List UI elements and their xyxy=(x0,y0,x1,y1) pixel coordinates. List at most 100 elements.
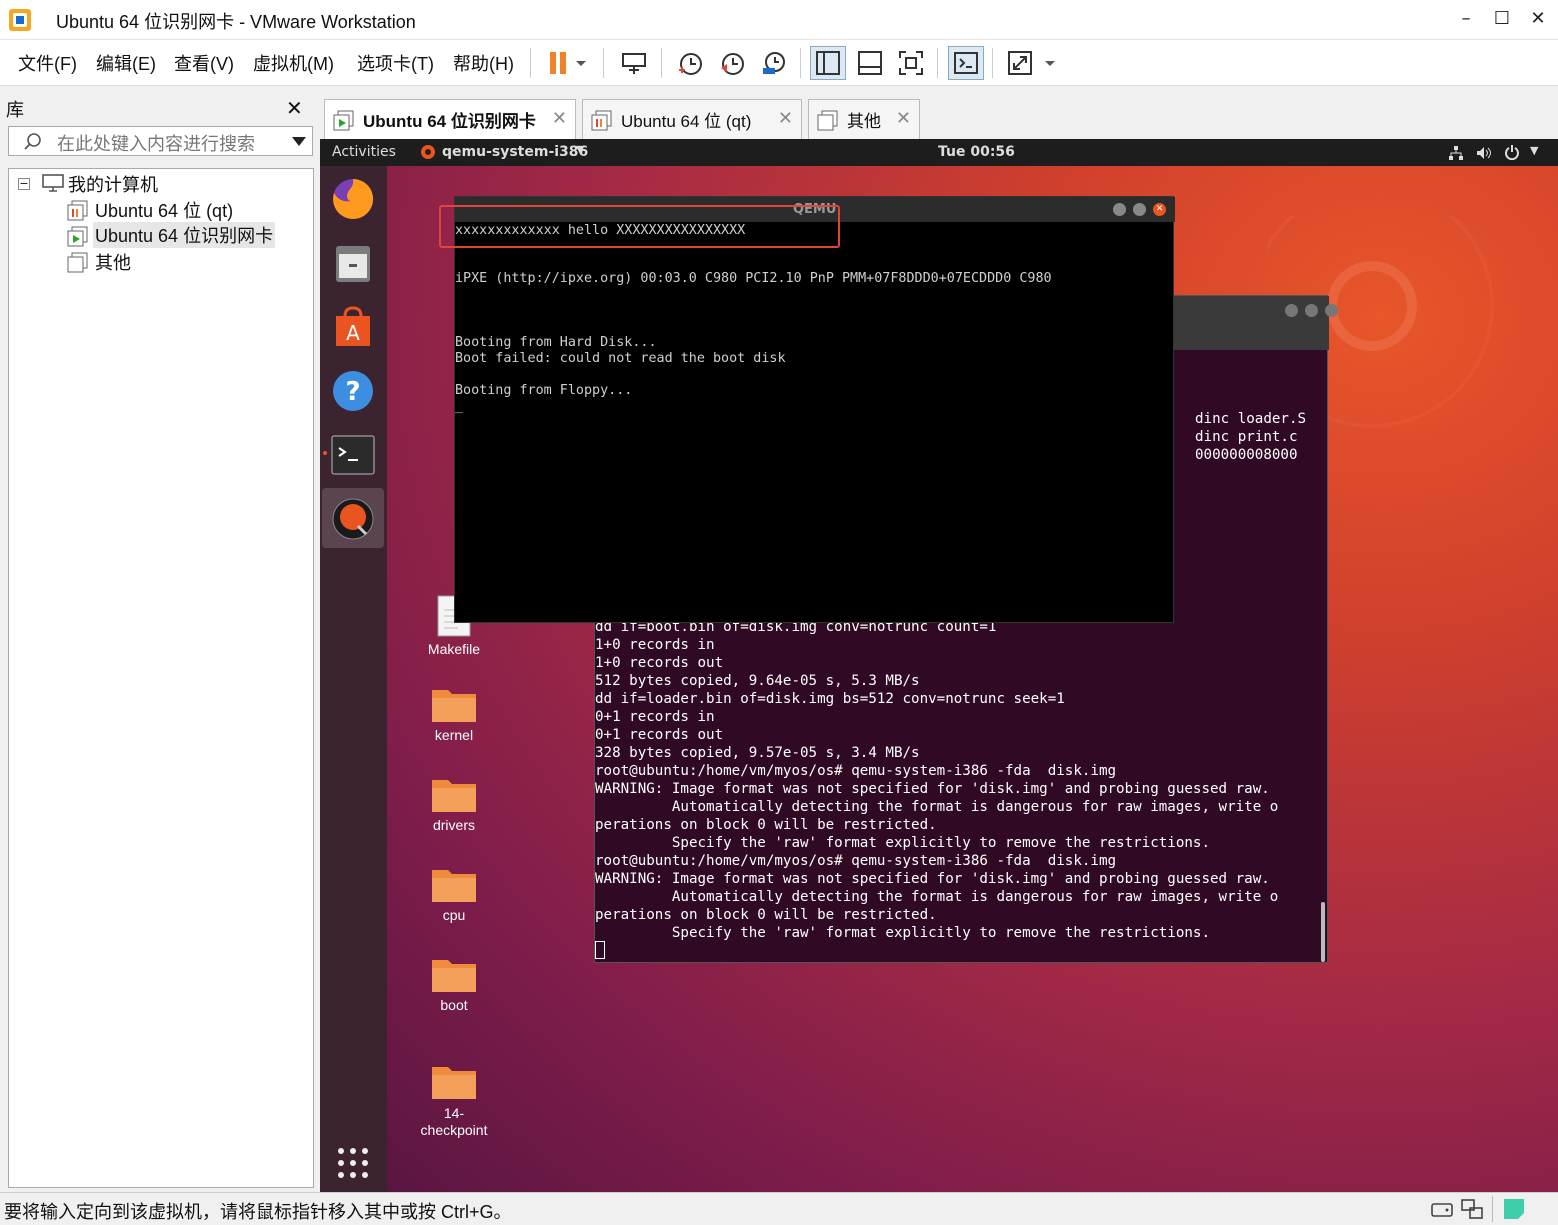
tab-close-icon[interactable]: ✕ xyxy=(896,108,911,129)
qemu-line xyxy=(455,287,1052,303)
folder-icon xyxy=(432,690,476,722)
maximize-icon[interactable] xyxy=(1305,304,1318,317)
terminal-line: Specify the 'raw' format explicitly to r… xyxy=(595,925,1210,941)
close-icon[interactable] xyxy=(1325,304,1338,317)
system-menu-arrow-icon[interactable]: ▼ xyxy=(1530,144,1538,157)
qemu-icon[interactable] xyxy=(330,496,376,542)
desktop-icon-label: boot xyxy=(440,997,468,1013)
minimize-icon[interactable] xyxy=(1113,203,1126,216)
tree-item-ubuntu-nic-selected[interactable]: Ubuntu 64 位识别网卡 xyxy=(93,222,276,248)
clock[interactable]: Tue 00:56 xyxy=(938,144,1015,160)
menu-edit[interactable]: 编辑(E) xyxy=(96,50,156,76)
terminal-line: 512 bytes copied, 9.64e-05 s, 5.3 MB/s xyxy=(595,673,920,689)
pause-icon xyxy=(550,52,586,74)
message-log-icon[interactable] xyxy=(1502,1197,1526,1221)
svg-text:A: A xyxy=(346,321,360,345)
tree-item-ubuntu-qt[interactable]: Ubuntu 64 位 (qt) xyxy=(95,197,233,223)
vm-console[interactable]: Activities qemu-system-i386 ▼ Tue 00:56 … xyxy=(320,139,1558,1192)
desktop-icon-drivers[interactable]: drivers xyxy=(414,774,494,833)
qemu-app-icon xyxy=(421,145,435,159)
tab-other[interactable]: 其他 ✕ xyxy=(808,99,920,139)
tab-close-icon[interactable]: ✕ xyxy=(778,108,793,129)
terminal-line: root@ubuntu:/home/vm/myos/os# qemu-syste… xyxy=(595,853,1117,869)
tab-close-icon[interactable]: ✕ xyxy=(552,108,567,129)
snapshot-button[interactable] xyxy=(672,46,708,80)
qemu-line: Booting from Floppy... xyxy=(455,383,633,398)
terminal-scrollbar[interactable] xyxy=(1321,902,1325,962)
folder-icon xyxy=(432,1067,476,1099)
desktop-icon-boot[interactable]: boot xyxy=(414,954,494,1013)
qemu-window[interactable]: QEMU ✕ xxxxxxxxxxxxx hello XXXXXXXXXXXXX… xyxy=(454,196,1175,623)
terminal-line: 1+0 records in xyxy=(595,637,715,653)
highlight-annotation-box xyxy=(439,205,840,248)
svg-text:?: ? xyxy=(345,377,360,407)
fullscreen-icon xyxy=(899,51,923,75)
menu-vm[interactable]: 虚拟机(M) xyxy=(253,50,334,76)
terminal-line: Automatically detecting the format is da… xyxy=(595,889,1279,905)
app-menu-arrow-icon[interactable]: ▼ xyxy=(576,143,584,156)
menu-tabs[interactable]: 选项卡(T) xyxy=(357,50,434,76)
revert-snapshot-button[interactable] xyxy=(714,46,750,80)
maximize-icon[interactable] xyxy=(1133,203,1146,216)
close-icon[interactable]: ✕ xyxy=(1153,203,1166,216)
library-layout-icon xyxy=(816,51,840,75)
menu-file[interactable]: 文件(F) xyxy=(18,50,77,76)
desktop-icon-cpu[interactable]: cpu xyxy=(414,864,494,923)
power-icon[interactable] xyxy=(1504,144,1520,160)
tab-ubuntu-nic[interactable]: Ubuntu 64 位识别网卡 ✕ xyxy=(324,99,576,139)
stretch-icon xyxy=(1008,51,1055,75)
pause-button[interactable] xyxy=(540,46,590,80)
full-screen-button[interactable] xyxy=(893,46,929,80)
chevron-down-icon[interactable] xyxy=(291,135,307,147)
software-center-icon[interactable]: A xyxy=(330,304,376,350)
tree-item-other[interactable]: 其他 xyxy=(95,249,131,275)
console-view-button[interactable] xyxy=(948,46,984,80)
qemu-line: _ xyxy=(455,399,464,414)
help-icon[interactable]: ? xyxy=(330,368,376,414)
minimize-button[interactable]: – xyxy=(1448,0,1484,36)
search-input[interactable]: 在此处键入内容进行搜索 xyxy=(57,130,255,156)
tab-label: 其他 xyxy=(847,112,881,131)
desktop-icon-checkpoint[interactable]: 14- checkpoint xyxy=(414,1044,494,1156)
hard-disk-icon[interactable] xyxy=(1430,1198,1454,1220)
network-icon xyxy=(1449,146,1463,160)
files-icon[interactable] xyxy=(330,240,376,286)
window-title: Ubuntu 64 位识别网卡 - VMware Workstation xyxy=(56,12,416,32)
toolbar-separator xyxy=(937,48,938,78)
minimize-icon[interactable] xyxy=(1285,304,1298,317)
terminal-output: dd if=boot.bin of=disk.img conv=notrunc … xyxy=(595,618,1325,942)
menu-help[interactable]: 帮助(H) xyxy=(453,50,514,76)
thumbnail-bar-button[interactable] xyxy=(852,46,888,80)
desktop-icon-label: 14- checkpoint xyxy=(420,1105,488,1138)
collapse-toggle[interactable]: − xyxy=(18,178,30,190)
terminal-line: perations on block 0 will be restricted. xyxy=(595,907,937,923)
terminal-icon[interactable] xyxy=(330,432,376,478)
desktop-icon-label: drivers xyxy=(432,817,475,833)
menu-view[interactable]: 查看(V) xyxy=(174,50,234,76)
stretch-guest-button[interactable] xyxy=(1004,46,1058,80)
snapshot-manager-button[interactable] xyxy=(756,46,792,80)
qemu-screen-output: xxxxxxxxxxxxx hello XXXXXXXXXXXXXXXX iPX… xyxy=(455,223,1052,415)
tree-root-my-computer[interactable]: 我的计算机 xyxy=(68,171,158,197)
qemu-line: Boot failed: could not read the boot dis… xyxy=(455,351,786,366)
revert-clock-icon xyxy=(721,53,744,75)
qemu-line xyxy=(455,367,1052,383)
terminal-line: WARNING: Image format was not specified … xyxy=(595,871,1270,887)
library-title: 库 xyxy=(6,100,24,121)
terminal-line: WARNING: Image format was not specified … xyxy=(595,781,1270,797)
close-button[interactable]: ✕ xyxy=(1520,0,1556,36)
app-menu[interactable]: qemu-system-i386 xyxy=(442,144,588,160)
activities-button[interactable]: Activities xyxy=(332,144,396,160)
tab-ubuntu-qt[interactable]: Ubuntu 64 位 (qt) ✕ xyxy=(582,99,802,139)
library-tree: − 我的计算机 Ubuntu 64 位 (qt) Ubuntu 64 位识别网卡… xyxy=(8,168,314,1188)
library-search-box[interactable]: 在此处键入内容进行搜索 xyxy=(8,126,313,156)
show-applications-icon[interactable] xyxy=(330,1140,376,1186)
maximize-button[interactable]: ☐ xyxy=(1484,0,1520,36)
send-ctrl-alt-del-button[interactable] xyxy=(616,46,652,80)
menu-toolbar: 文件(F) 编辑(E) 查看(V) 虚拟机(M) 选项卡(T) 帮助(H) xyxy=(0,40,1558,86)
library-close-button[interactable]: ✕ xyxy=(286,96,303,120)
show-library-button[interactable] xyxy=(810,46,846,80)
firefox-icon[interactable] xyxy=(330,176,376,222)
desktop-icon-kernel[interactable]: kernel xyxy=(414,684,494,743)
network-adapter-icon[interactable] xyxy=(1460,1198,1484,1220)
